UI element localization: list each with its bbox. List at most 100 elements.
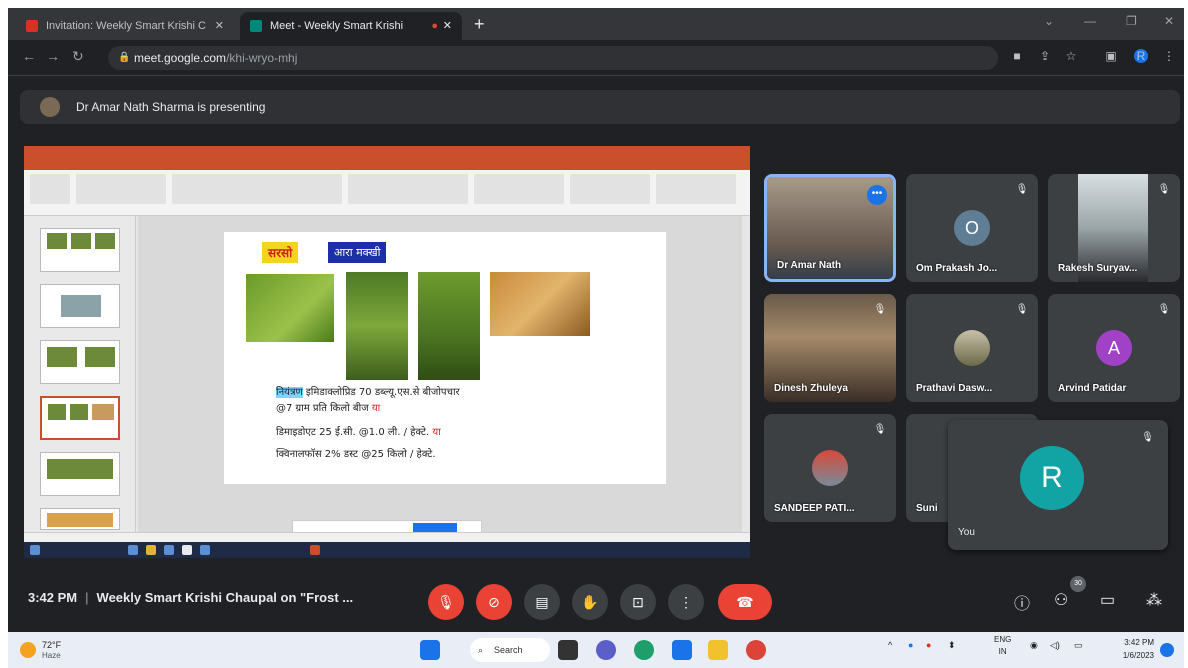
slide-thumbnail [40,452,120,496]
activities-icon[interactable]: ⁂ [1146,590,1162,610]
self-view-tile[interactable]: 🎙 R You [948,420,1168,550]
slide-thumbnail-selected [40,396,120,440]
edge-icon[interactable] [634,640,654,660]
task-view-icon[interactable] [558,640,578,660]
people-icon[interactable]: ⚇ [1054,590,1068,610]
tab-strip: Invitation: Weekly Smart Krishi C ✕ Meet… [8,8,1184,40]
address-bar[interactable]: 🔒 meet.google.com/khi-wryo-mhj [108,46,998,70]
participant-name: Arvind Patidar [1058,383,1127,394]
chat-app-icon[interactable] [596,640,616,660]
close-window-button[interactable]: ✕ [1164,14,1174,28]
app-icon [128,545,138,555]
sun-icon [20,642,36,658]
taskbar-search[interactable]: ⌕ Search [470,638,550,662]
captions-button[interactable]: ▤ [524,584,560,620]
control-line-2: @7 ग्राम प्रति किलो बीज या [276,400,380,414]
participant-tile[interactable]: 🎙 Prathavi Dasw... [906,294,1038,402]
region-code: IN [998,647,1007,656]
more-options-button[interactable]: ⋮ [668,584,704,620]
thumbnail-image [61,295,101,317]
raise-hand-button[interactable]: ✋ [572,584,608,620]
thumbnail-image [48,404,66,420]
forward-icon[interactable]: → [46,48,60,64]
sidepanel-icon[interactable]: ▣ [1104,49,1118,63]
chat-icon[interactable]: ▭ [1100,590,1115,610]
participant-tile[interactable]: 🎙 SANDEEP PATI... [764,414,896,522]
reload-icon[interactable]: ↻ [72,48,84,65]
tray-app-icon[interactable]: ● [926,640,931,650]
mic-off-icon: 🎙 [1157,304,1171,315]
windows-start-icon[interactable] [420,640,440,660]
menu-icon[interactable]: ⋮ [1162,49,1176,63]
participant-tile[interactable]: 🎙 O Om Prakash Jo... [906,174,1038,282]
participant-tile[interactable]: 🎙 A Arvind Patidar [1048,294,1180,402]
chrome-icon[interactable] [746,640,766,660]
info-icon[interactable]: ⓘ [1014,590,1030,614]
notification-icon[interactable] [1160,643,1174,657]
or-text: या [371,403,381,414]
tray-app-icon[interactable]: ● [908,640,913,650]
avatar [812,450,848,486]
weather-temperature: 72°F [42,640,62,650]
slide-thumbnail [40,508,120,530]
mic-off-icon: 🎙 [873,424,887,435]
tab-meet[interactable]: Meet - Weekly Smart Krishi ● ✕ [240,12,462,40]
camera-toggle-button[interactable]: ⊘ [476,584,512,620]
mic-off-icon: 🎙 [1157,184,1171,195]
slide-thumbnail [40,284,120,328]
camera-icon[interactable]: ■ [1010,49,1024,63]
close-icon[interactable]: ✕ [215,12,224,40]
weather-widget[interactable]: 72°F Haze [20,638,80,662]
tab-invitation[interactable]: Invitation: Weekly Smart Krishi C ✕ [16,12,234,40]
mic-off-icon: 🎙 [873,304,887,315]
recording-icon: ● [431,20,438,32]
tray-app-icon[interactable]: ⬍ [948,640,956,651]
back-icon[interactable]: ← [22,48,36,64]
current-slide: सरसो आरा मक्खी नियंत्रण इमिडाक्लोप्रिड 7… [224,232,666,484]
control-line-1: नियंत्रण इमिडाक्लोप्रिड 70 डब्ल्यू.एस.से… [276,384,460,398]
avatar: A [1096,330,1132,366]
minimize-button[interactable]: — [1084,14,1096,28]
language-indicator[interactable]: ENG IN [994,634,1011,658]
thumbnail-image [85,347,115,367]
mic-off-icon: 🎙 [1015,304,1029,315]
present-button[interactable]: ⊡ [620,584,656,620]
close-icon[interactable]: ✕ [443,12,452,40]
control-text: इमिडाक्लोप्रिड 70 डब्ल्यू.एस.से बीजोपचार [302,387,460,398]
chevron-up-icon[interactable]: ^ [888,640,892,650]
system-clock[interactable]: 3:42 PM 1/6/2023 [1114,636,1154,662]
volume-icon[interactable]: ◁) [1050,640,1060,651]
ribbon-group [348,174,468,204]
mic-toggle-button[interactable]: 🎙 [428,584,464,620]
wifi-icon[interactable]: ◉ [1030,640,1038,651]
participant-tile[interactable]: ••• Dr Amar Nath [764,174,896,282]
ribbon-group [570,174,650,204]
share-icon[interactable]: ⇪ [1038,49,1052,63]
or-text: या [432,427,441,438]
profile-avatar[interactable]: R [1134,49,1148,63]
thumbnail-image [92,404,114,420]
slide-thumbnail [40,340,120,384]
meeting-time: 3:42 PM [28,590,78,605]
mic-off-icon: 🎙 [1015,184,1029,195]
powerpoint-statusbar [24,532,750,542]
self-name: You [958,527,975,538]
chevron-down-icon[interactable]: ⌄ [1044,14,1054,28]
participant-name: Prathavi Dasw... [916,383,993,394]
weather-condition: Haze [42,651,61,660]
file-explorer-icon[interactable] [708,640,728,660]
mail-icon[interactable] [672,640,692,660]
speaking-indicator-icon: ••• [867,185,887,205]
pest-photo-3 [418,272,480,380]
battery-icon[interactable]: ▭ [1074,640,1083,651]
participant-name: SANDEEP PATI... [774,503,855,514]
maximize-button[interactable]: ❐ [1126,14,1137,28]
participant-tile[interactable]: 🎙 Rakesh Suryav... [1048,174,1180,282]
participant-tile[interactable]: 🎙 Dinesh Zhuleya [764,294,896,402]
star-icon[interactable]: ☆ [1064,49,1078,63]
thumbnail-image [47,233,67,249]
pest-photo-2 [346,272,408,380]
leave-call-button[interactable]: ☎ [718,584,772,620]
new-tab-button[interactable]: + [474,12,485,36]
avatar: O [954,210,990,246]
